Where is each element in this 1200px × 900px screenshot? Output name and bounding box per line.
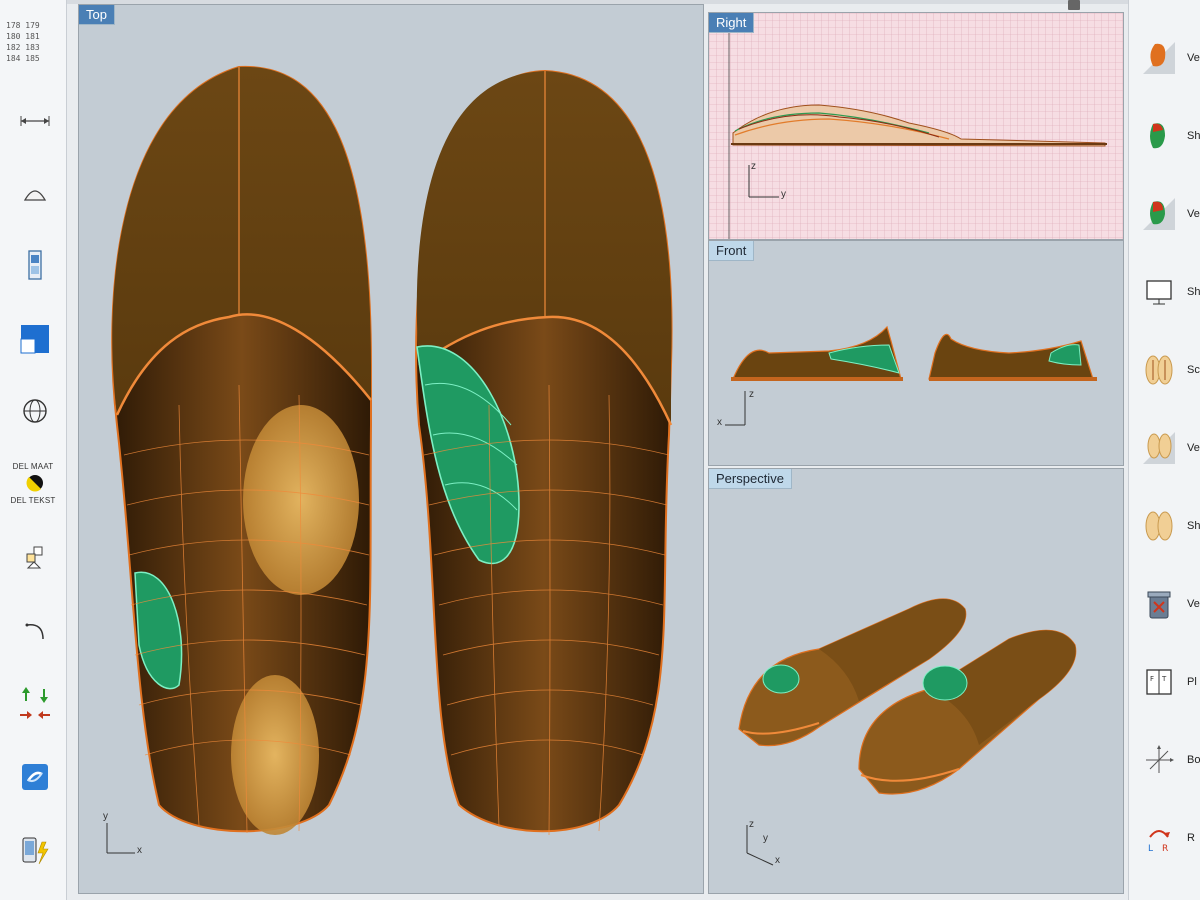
tool-label: Ve: [1187, 52, 1200, 64]
tool-view-feet[interactable]: Ve: [1135, 418, 1200, 478]
svg-text:R: R: [1162, 844, 1168, 854]
layers-icon[interactable]: [18, 248, 52, 282]
shapes-icon[interactable]: [18, 540, 52, 574]
green-foot-icon: [1139, 116, 1179, 156]
tool-view-orange[interactable]: Ve: [1135, 28, 1200, 88]
perspective-viewport[interactable]: Perspective z y x: [708, 468, 1124, 894]
tool-label: Sh: [1187, 286, 1200, 298]
left-toolbar: 178 179 180 181 182 183 184 185 DEL MAAT…: [0, 0, 67, 900]
coordinate-row: 180 181: [6, 32, 40, 41]
tool-rotate-lr[interactable]: LR R: [1135, 808, 1200, 868]
top-viewport[interactable]: Top y x: [78, 4, 704, 894]
tool-label: Sc: [1187, 364, 1200, 376]
orange-foot-icon: [1139, 38, 1179, 78]
axis-label-z: z: [749, 389, 754, 400]
coordinate-list: 178 179 180 181 182 183 184 185: [6, 20, 60, 64]
move-arrows-icon[interactable]: [18, 684, 52, 724]
tool-box-axes[interactable]: Bo: [1135, 730, 1200, 790]
right-toolbar: Ve Sh Ve Sh Sc Ve Sh Ve FT Pl Bo LR R: [1128, 0, 1200, 900]
left-insole[interactable]: [111, 65, 372, 835]
viewport-title-top[interactable]: Top: [79, 5, 115, 25]
coordinate-row: 178 179: [6, 21, 40, 30]
axis-label-z: z: [749, 819, 754, 830]
tool-label: Ve: [1187, 598, 1200, 610]
tool-plane[interactable]: FT Pl: [1135, 652, 1200, 712]
axis-label-x: x: [775, 855, 780, 866]
tool-label: Ve: [1187, 442, 1200, 454]
globe-icon[interactable]: [18, 394, 52, 428]
axis-triad: [106, 823, 135, 854]
window-icon[interactable]: [18, 322, 52, 356]
tool-show-green[interactable]: Sh: [1135, 106, 1200, 166]
front-left-shoe: [731, 325, 903, 381]
window-button-icon[interactable]: [1068, 0, 1080, 10]
phone-flash-icon[interactable]: [18, 834, 52, 868]
tool-label: Bo: [1187, 754, 1200, 766]
tool-label: Sh: [1187, 130, 1200, 142]
front-viewport[interactable]: Front z x: [708, 240, 1124, 466]
tool-label: R: [1187, 832, 1195, 844]
plane-icon: FT: [1139, 662, 1179, 702]
right-insole[interactable]: [415, 69, 673, 836]
viewport-title-front[interactable]: Front: [709, 241, 755, 261]
coordinate-row: 184 185: [6, 54, 40, 63]
feet-view-icon: [1139, 428, 1179, 468]
viewport-title-right[interactable]: Right: [709, 13, 755, 33]
monitor-icon: [1139, 272, 1179, 312]
rotate-icon[interactable]: [18, 614, 52, 648]
axis-label-x: x: [717, 417, 722, 428]
tool-view-redgreen[interactable]: Ve: [1135, 184, 1200, 244]
right-viewport[interactable]: Right z y: [708, 12, 1124, 240]
feet-show-icon: [1139, 506, 1179, 546]
tool-show-feet[interactable]: Sh: [1135, 496, 1200, 556]
tool-delete[interactable]: Ve: [1135, 574, 1200, 634]
axis-label-y: y: [781, 189, 786, 200]
viewport-title-perspective[interactable]: Perspective: [709, 469, 792, 489]
trash-icon: [1139, 584, 1179, 624]
feet-scale-icon: [1139, 350, 1179, 390]
split-color-icon[interactable]: [18, 470, 52, 496]
del-tekst-label: DEL TEKST: [10, 496, 56, 505]
red-green-foot-icon: [1139, 194, 1179, 234]
axis-label-z: z: [751, 161, 756, 172]
front-right-shoe: [928, 333, 1097, 381]
arc-icon[interactable]: [18, 176, 52, 210]
svg-text:F: F: [1150, 675, 1154, 683]
svg-text:T: T: [1161, 675, 1167, 683]
swap-icon[interactable]: [18, 760, 52, 794]
svg-text:L: L: [1148, 844, 1153, 854]
axis-label-y: y: [763, 833, 768, 844]
axis-label-y: y: [103, 811, 108, 822]
tool-label: Ve: [1187, 208, 1200, 220]
tool-scale-feet[interactable]: Sc: [1135, 340, 1200, 400]
tool-show-monitor[interactable]: Sh: [1135, 262, 1200, 322]
tool-label: Pl: [1187, 676, 1197, 688]
coordinate-row: 182 183: [6, 43, 40, 52]
axes-icon: [1139, 740, 1179, 780]
tool-label: Sh: [1187, 520, 1200, 532]
lr-rotate-icon: LR: [1139, 818, 1179, 858]
dimension-icon[interactable]: [18, 104, 52, 138]
axis-label-x: x: [137, 845, 142, 856]
